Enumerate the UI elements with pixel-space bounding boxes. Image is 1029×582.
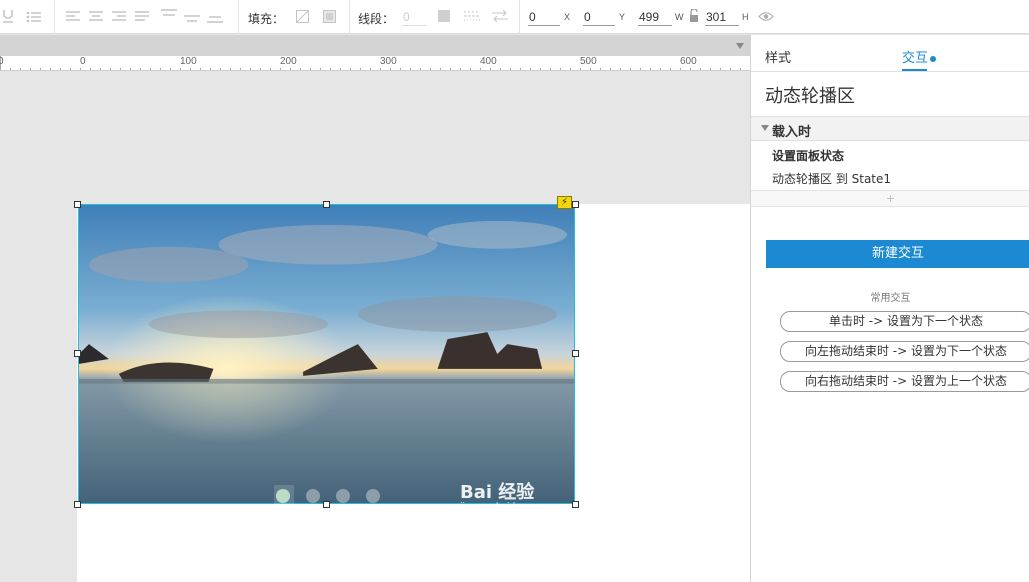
common-interactions-title: 常用交互: [870, 293, 911, 304]
event-onload[interactable]: 载入时: [751, 116, 1029, 141]
visibility-eye-icon[interactable]: [758, 11, 774, 25]
line-color-icon[interactable]: [438, 10, 450, 24]
ruler-label: 100: [180, 56, 197, 67]
w-unit-label: W: [675, 12, 684, 22]
line-style-icon[interactable]: [464, 10, 480, 24]
carousel-dot[interactable]: [366, 489, 380, 503]
ruler-label: 600: [680, 56, 697, 67]
baidu-watermark: Bai 经验 jingyan.baidu.com: [460, 478, 543, 512]
event-label: 载入时: [772, 125, 812, 140]
watermark-url: jingyan.baidu.com: [460, 502, 544, 512]
arrow-style-icon[interactable]: [492, 9, 508, 24]
resize-handle-bl[interactable]: [74, 501, 81, 508]
line-width-input[interactable]: [402, 8, 426, 26]
common-interaction-item[interactable]: 单击时 -> 设置为下一个状态: [780, 311, 1029, 332]
common-interaction-item[interactable]: 向右拖动结束时 -> 设置为上一个状态: [780, 371, 1029, 392]
y-unit-label: Y: [619, 12, 626, 22]
watermark-text: Bai 经验: [460, 482, 535, 503]
align-bottom-icon[interactable]: [207, 8, 223, 23]
align-center-icon[interactable]: [89, 10, 103, 24]
h-unit-label: H: [742, 12, 749, 22]
widget-name[interactable]: 动态轮播区: [765, 82, 855, 108]
height-input[interactable]: [705, 8, 739, 26]
inspector-panel: 样式 交互 动态轮播区 载入时 设置面板状态 动态轮播区 到 State1 + …: [750, 35, 1029, 582]
resize-handle-ml[interactable]: [74, 350, 81, 357]
ruler-label: 0: [80, 56, 86, 67]
common-interaction-item[interactable]: 向左拖动结束时 -> 设置为下一个状态: [780, 341, 1029, 362]
carousel-indicator: [274, 485, 384, 507]
underline-icon[interactable]: [2, 9, 14, 23]
collapse-caret-icon[interactable]: [761, 125, 769, 131]
inspector-tabs: 样式 交互: [751, 35, 1029, 72]
tab-underline: [902, 69, 927, 71]
ruler-label: 500: [580, 56, 597, 67]
tab-style[interactable]: 样式: [765, 47, 791, 66]
toolbar: 填充： 线段： X Y W H: [0, 0, 1029, 34]
resize-handle-br[interactable]: [572, 501, 579, 508]
resize-handle-tm[interactable]: [323, 201, 330, 208]
tab-interaction[interactable]: 交互: [902, 47, 937, 66]
fill-label: 填充：: [248, 12, 285, 26]
y-input[interactable]: [583, 8, 615, 26]
width-input[interactable]: [638, 8, 672, 26]
resize-handle-mr[interactable]: [572, 350, 579, 357]
align-right-icon[interactable]: [112, 10, 126, 24]
canvas-dropdown-icon[interactable]: [736, 43, 744, 49]
toolbar-divider: [54, 0, 55, 34]
carousel-dot[interactable]: [336, 489, 350, 503]
seascape-photo: [79, 205, 574, 503]
tab-interaction-label: 交互: [902, 51, 929, 66]
ruler-label: 0: [0, 56, 4, 67]
align-left-icon[interactable]: [66, 10, 80, 24]
fill-none-icon[interactable]: [296, 10, 309, 24]
resize-handle-tr[interactable]: [572, 201, 579, 208]
toolbar-divider: [349, 0, 350, 34]
align-middle-icon[interactable]: [184, 8, 200, 22]
add-case-button[interactable]: +: [751, 190, 1029, 207]
justify-icon[interactable]: [135, 10, 149, 24]
active-indicator-dot: [930, 55, 937, 62]
carousel-dot[interactable]: [306, 489, 320, 503]
lock-ratio-icon[interactable]: [689, 8, 699, 23]
line-label: 线段：: [358, 12, 395, 26]
carousel-dot[interactable]: [276, 489, 290, 503]
action-title[interactable]: 设置面板状态: [772, 147, 844, 164]
interaction-bolt-icon[interactable]: ⚡: [557, 196, 572, 209]
x-unit-label: X: [564, 12, 571, 22]
new-interaction-button[interactable]: 新建交互: [766, 240, 1029, 268]
toolbar-divider: [519, 0, 520, 34]
ruler-label: 300: [380, 56, 397, 67]
bullet-list-icon[interactable]: [26, 10, 42, 24]
fill-color-icon[interactable]: [323, 10, 336, 24]
align-top-icon[interactable]: [161, 8, 177, 22]
x-input[interactable]: [528, 8, 560, 26]
canvas-tab-bar: [0, 35, 750, 56]
toolbar-divider: [238, 0, 239, 34]
dynamic-panel-carousel[interactable]: [78, 204, 575, 504]
ruler-label: 200: [280, 56, 297, 67]
ruler-label: 400: [480, 56, 497, 67]
resize-handle-tl[interactable]: [74, 201, 81, 208]
horizontal-ruler: 0 0 100 200 300 400 500 600: [0, 56, 750, 71]
action-detail[interactable]: 动态轮播区 到 State1: [772, 170, 891, 187]
